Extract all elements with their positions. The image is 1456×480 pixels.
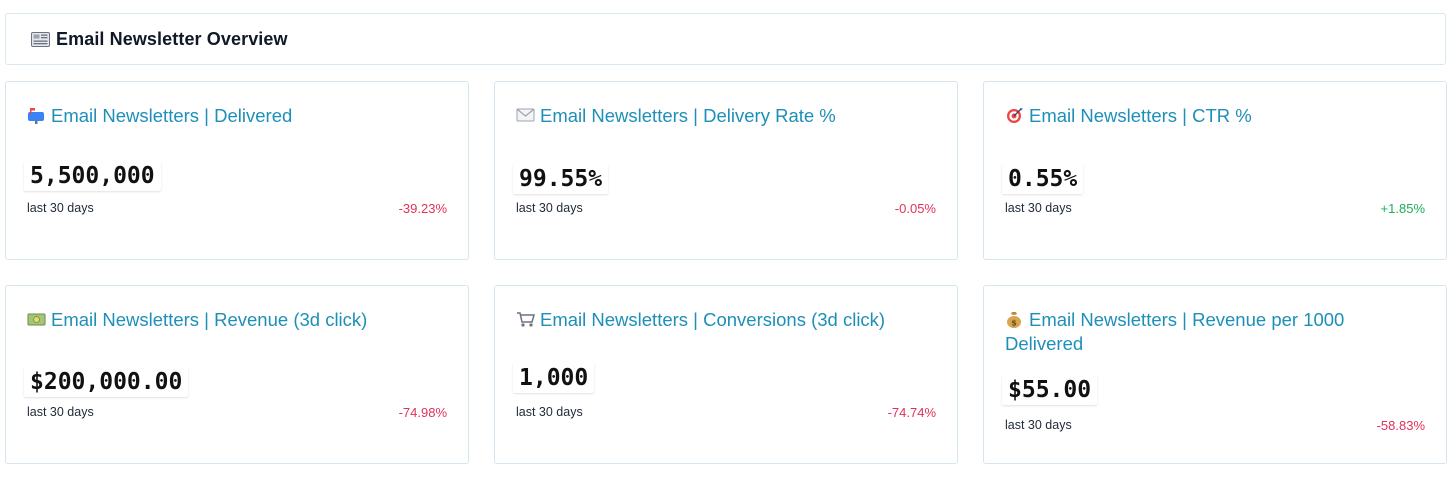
shopping-cart-icon: [516, 310, 536, 328]
svg-text:$: $: [1011, 319, 1017, 328]
change-percent: +1.85%: [1380, 201, 1425, 216]
card-title[interactable]: Email Newsletters | Revenue (3d click): [27, 308, 398, 332]
kpi-card-ctr[interactable]: Email Newsletters | CTR % 0.55% last 30 …: [983, 81, 1447, 260]
newspaper-icon: [31, 31, 50, 47]
metric-value: $200,000.00: [24, 367, 189, 397]
change-percent: -0.05%: [894, 201, 936, 216]
metric-value: $55.00: [1002, 375, 1098, 405]
metric-value: 99.55%: [513, 164, 609, 194]
change-percent: -39.23%: [398, 201, 447, 216]
period-label: last 30 days: [1005, 418, 1072, 432]
period-label: last 30 days: [27, 201, 94, 215]
card-title[interactable]: Email Newsletters | CTR %: [1005, 104, 1376, 128]
metric-value: 0.55%: [1002, 164, 1084, 194]
metric-value: 5,500,000: [24, 161, 161, 191]
change-percent: -58.83%: [1376, 418, 1425, 433]
period-label: last 30 days: [516, 405, 583, 419]
card-title[interactable]: Email Newsletters | Delivery Rate %: [516, 104, 887, 128]
change-percent: -74.74%: [887, 405, 936, 420]
money-bill-icon: [27, 310, 47, 328]
period-label: last 30 days: [27, 405, 94, 419]
change-percent: -74.98%: [398, 405, 447, 420]
page-title: Email Newsletter Overview: [56, 28, 288, 49]
card-title[interactable]: Email Newsletters | Conversions (3d clic…: [516, 308, 887, 332]
target-icon: [1005, 106, 1025, 124]
kpi-card-conversions[interactable]: Email Newsletters | Conversions (3d clic…: [494, 285, 958, 464]
metric-value: 1,000: [513, 363, 595, 393]
dashboard-header: Email Newsletter Overview: [5, 13, 1446, 65]
mailbox-icon: [27, 106, 47, 124]
card-title[interactable]: Email Newsletters | Delivered: [27, 104, 398, 128]
money-bag-icon: $: [1005, 310, 1025, 328]
period-label: last 30 days: [1005, 201, 1072, 215]
period-label: last 30 days: [516, 201, 583, 215]
kpi-card-revenue-per-1000[interactable]: $ Email Newsletters | Revenue per 1000 D…: [983, 285, 1447, 464]
kpi-card-revenue[interactable]: Email Newsletters | Revenue (3d click) $…: [5, 285, 469, 464]
kpi-card-delivery-rate[interactable]: Email Newsletters | Delivery Rate % 99.5…: [494, 81, 958, 260]
card-title[interactable]: $ Email Newsletters | Revenue per 1000 D…: [1005, 308, 1376, 356]
kpi-card-delivered[interactable]: Email Newsletters | Delivered 5,500,000 …: [5, 81, 469, 260]
envelope-icon: [516, 106, 536, 124]
